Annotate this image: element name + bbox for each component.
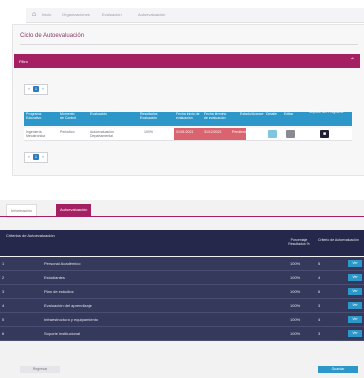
detail-button[interactable]: [268, 130, 277, 138]
main-panel: [12, 24, 364, 176]
row-number: 3: [2, 289, 5, 294]
view-criteria-button[interactable]: Ver: [348, 260, 362, 267]
prev-page-button[interactable]: «: [26, 154, 32, 160]
breadcrumb-item[interactable]: Organizaciones: [62, 12, 90, 17]
criteria-name: Personal Académico: [44, 261, 81, 266]
next-page-button[interactable]: »: [40, 86, 46, 92]
criteria-row: 6 Soporte institucional 100% 3 Ver: [0, 327, 364, 341]
page-1-button[interactable]: 1: [33, 154, 39, 160]
criteria-count: 4: [318, 317, 321, 322]
criteria-row: 2 Estudiantes 100% 4 Ver: [0, 271, 364, 285]
criteria-name: Plan de estudios: [44, 289, 74, 294]
criteria-row: 3 Plan de estudios 100% 6 Ver: [0, 285, 364, 299]
column-header: Evaluación: [90, 112, 108, 116]
criteria-row: 1 Personal Académico 100% 5 Ver: [0, 257, 364, 271]
criteria-name: Infraestructura y equipamiento: [44, 317, 99, 322]
tab-autoevaluacion[interactable]: Autoevaluación: [56, 204, 92, 216]
back-button[interactable]: Regresar: [20, 366, 60, 373]
cell-fecha-inicio: 01/01/2021: [176, 130, 194, 134]
criteria-name: Estudiantes: [44, 275, 65, 280]
column-header: Fecha inicio de evaluación: [176, 112, 200, 120]
view-criteria-button[interactable]: Ver: [348, 288, 362, 295]
criteria-title: Criterios de Autoevaluación: [6, 233, 55, 238]
next-page-button[interactable]: »: [40, 154, 46, 160]
pagination-bottom: « 1 »: [24, 152, 48, 163]
filter-panel-title: Filtro: [19, 59, 28, 64]
row-number: 4: [2, 303, 5, 308]
prev-page-button[interactable]: «: [26, 86, 32, 92]
page-1-button[interactable]: 1: [33, 86, 39, 92]
breadcrumb: ⌂ Inicio Organizaciones Evaluación Autoe…: [26, 8, 364, 23]
cell-estado: Pendiente: [232, 130, 248, 134]
criteria-count: 3: [318, 331, 321, 336]
criteria-count: 5: [318, 261, 321, 266]
row-number: 1: [2, 261, 5, 266]
column-header: Editar: [284, 112, 294, 116]
column-header-pct: Porcentaje Resultados %: [288, 238, 310, 246]
criteria-row: 4 Evaluación del aprendizaje 100% 3 Ver: [0, 299, 364, 313]
column-header-criterio: Criterio de Autoevaluación: [318, 238, 359, 242]
criteria-pct: 100%: [290, 303, 301, 308]
column-header: Detalle: [266, 112, 277, 116]
row-number: 2: [2, 275, 5, 280]
criteria-count: 3: [318, 303, 321, 308]
row-number: 5: [2, 317, 5, 322]
criteria-table-header: Criterios de Autoevaluación Porcentaje R…: [0, 230, 364, 256]
criteria-count: 4: [318, 275, 321, 280]
tab-underline: [0, 216, 364, 217]
save-button[interactable]: Guardar: [318, 366, 358, 373]
cell-fecha-termino: 31/12/2021: [204, 130, 222, 134]
view-criteria-button[interactable]: Ver: [348, 274, 362, 281]
breadcrumb-item[interactable]: Evaluación: [102, 12, 122, 17]
view-criteria-button[interactable]: Ver: [348, 302, 362, 309]
column-header: Momento de Control: [60, 112, 77, 120]
criteria-pct: 100%: [290, 261, 301, 266]
column-header: Programa Educativo: [26, 112, 42, 120]
column-header: Estado/Avance: [240, 112, 264, 116]
cell-momento: Periódico: [60, 130, 75, 134]
criteria-count: 6: [318, 289, 321, 294]
breadcrumb-item: Autoevaluación: [138, 12, 166, 17]
edit-button[interactable]: [286, 130, 295, 138]
title-divider: [20, 44, 358, 45]
pagination-top: « 1 »: [24, 84, 48, 95]
view-criteria-button[interactable]: Ver: [348, 330, 362, 337]
cell-programa: Ingeniería Mecatrónica: [26, 130, 46, 138]
criteria-pct: 100%: [290, 317, 301, 322]
filter-panel-header[interactable]: Filtro ⌃: [14, 54, 360, 68]
criteria-name: Evaluación del aprendizaje: [44, 303, 92, 308]
breadcrumb-item[interactable]: Inicio: [42, 12, 51, 17]
cell-evaluacion: Autoevaluación Departamental: [90, 130, 114, 138]
column-header: Reporte del Programa: [308, 110, 344, 114]
criteria-row: 5 Infraestructura y equipamiento 100% 4 …: [0, 313, 364, 327]
row-number: 6: [2, 331, 5, 336]
criteria-pct: 100%: [290, 289, 301, 294]
column-header: Fecha término de evaluación: [204, 112, 227, 120]
home-icon[interactable]: ⌂: [32, 11, 36, 19]
page-title: Ciclo de Autoevaluación: [20, 33, 85, 39]
report-download-button[interactable]: ■: [320, 130, 329, 138]
criteria-pct: 100%: [290, 331, 301, 336]
column-header: Resultados Evaluación: [140, 112, 158, 120]
chevron-up-icon[interactable]: ⌃: [350, 57, 355, 64]
criteria-pct: 100%: [290, 275, 301, 280]
view-criteria-button[interactable]: Ver: [348, 316, 362, 323]
cell-resultados: 100%: [144, 130, 153, 134]
criteria-name: Soporte institucional: [44, 331, 81, 336]
